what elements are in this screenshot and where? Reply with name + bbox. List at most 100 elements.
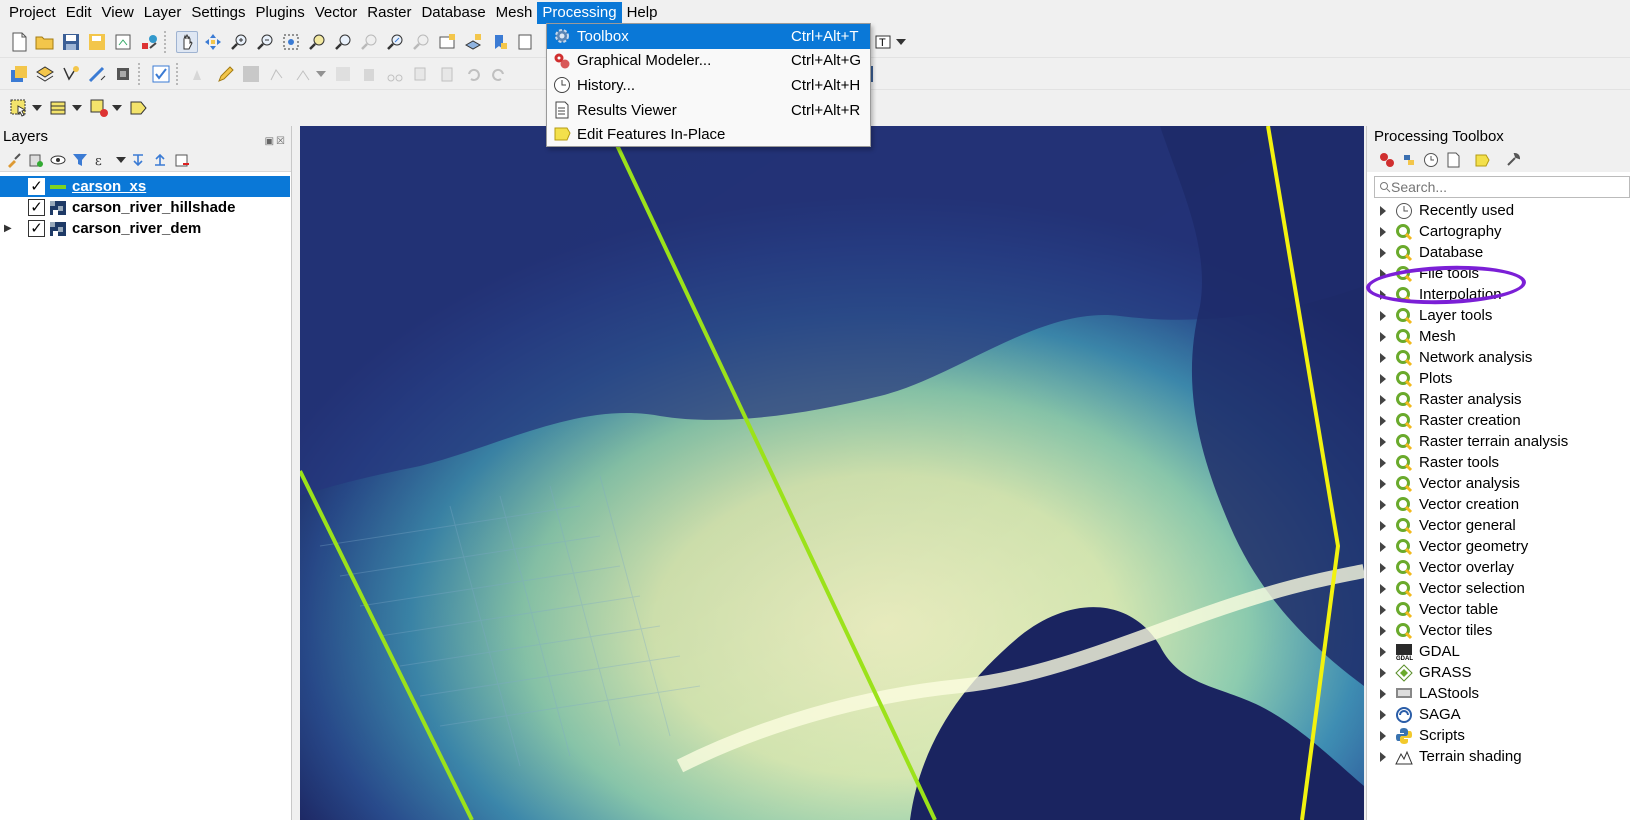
vertex-dropdown-icon[interactable] [316, 70, 326, 77]
zoom-full-icon[interactable] [280, 31, 302, 53]
toolbox-group-vector-table[interactable]: Vector table [1367, 599, 1630, 620]
toolbox-group-raster-tools[interactable]: Raster tools [1367, 452, 1630, 473]
layer-row-carson-river-dem[interactable]: ▶ ✓ carson_river_dem [0, 218, 291, 239]
toolbox-group-lastools[interactable]: LAStools [1367, 683, 1630, 704]
zoom-next-icon[interactable] [410, 31, 432, 53]
expand-arrow-icon[interactable] [1380, 520, 1386, 531]
menu-help[interactable]: Help [622, 2, 663, 24]
deselect-dropdown-icon[interactable] [112, 105, 122, 111]
zoom-in-icon[interactable] [228, 31, 250, 53]
expand-all-icon[interactable] [130, 152, 146, 168]
toolbox-group-vector-tiles[interactable]: Vector tiles [1367, 620, 1630, 641]
add-group-icon[interactable] [28, 152, 44, 168]
menu-raster[interactable]: Raster [362, 2, 416, 24]
layer-visibility-checkbox[interactable]: ✓ [28, 220, 45, 237]
toolbox-group-cartography[interactable]: Cartography [1367, 221, 1630, 242]
pan-icon[interactable] [176, 30, 198, 53]
toolbox-group-vector-analysis[interactable]: Vector analysis [1367, 473, 1630, 494]
menu-layer[interactable]: Layer [139, 2, 187, 24]
toolbox-group-vector-creation[interactable]: Vector creation [1367, 494, 1630, 515]
save-as-icon[interactable] [86, 31, 108, 53]
new-map-view-icon[interactable] [436, 31, 458, 53]
select-dropdown-icon[interactable] [32, 105, 42, 111]
layer-row-carson-xs[interactable]: ✓ carson_xs [0, 176, 290, 197]
map-canvas[interactable] [300, 126, 1364, 820]
select-features-icon[interactable] [8, 97, 30, 119]
expand-arrow-icon[interactable] [1380, 352, 1386, 363]
toolbox-group-vector-overlay[interactable]: Vector overlay [1367, 557, 1630, 578]
style-layer-icon[interactable] [6, 152, 22, 168]
toolbox-group-gdal[interactable]: GDAL GDAL [1367, 641, 1630, 662]
save-edits-icon[interactable] [240, 63, 262, 85]
expand-arrow-icon[interactable] [1380, 688, 1386, 699]
menu-project[interactable]: Project [4, 2, 61, 24]
panel-float-close-icon[interactable]: ▣☒ [265, 131, 287, 153]
toolbox-group-network-analysis[interactable]: Network analysis [1367, 347, 1630, 368]
toolbox-group-vector-general[interactable]: Vector general [1367, 515, 1630, 536]
menu-edit[interactable]: Edit [61, 2, 97, 24]
toolbox-group-vector-selection[interactable]: Vector selection [1367, 578, 1630, 599]
modify-attributes-icon[interactable] [332, 63, 354, 85]
pan-to-selection-icon[interactable] [202, 31, 224, 53]
expand-arrow-icon[interactable] [1380, 289, 1386, 300]
add-vector-icon[interactable] [60, 63, 82, 85]
toolbox-group-raster-analysis[interactable]: Raster analysis [1367, 389, 1630, 410]
toolbox-group-plots[interactable]: Plots [1367, 368, 1630, 389]
toolbox-group-raster-creation[interactable]: Raster creation [1367, 410, 1630, 431]
menu-plugins[interactable]: Plugins [251, 2, 310, 24]
expand-arrow-icon[interactable] [1380, 205, 1386, 216]
cut-features-icon[interactable] [384, 63, 406, 85]
zoom-to-selection-icon[interactable] [306, 31, 328, 53]
options-wrench-icon[interactable] [1505, 152, 1521, 168]
expand-arrow-icon[interactable] [1380, 457, 1386, 468]
history-icon[interactable] [1423, 152, 1439, 168]
toolbox-group-layer-tools[interactable]: Layer tools [1367, 305, 1630, 326]
zoom-to-layer-icon[interactable] [332, 31, 354, 53]
toolbox-group-mesh[interactable]: Mesh [1367, 326, 1630, 347]
menu-view[interactable]: View [97, 2, 139, 24]
copy-features-icon[interactable] [410, 63, 432, 85]
expand-arrow-icon[interactable] [1380, 709, 1386, 720]
toolbox-group-database[interactable]: Database [1367, 242, 1630, 263]
redo-icon[interactable] [488, 63, 510, 85]
save-project-icon[interactable] [60, 31, 82, 53]
select-by-value-icon[interactable] [48, 97, 70, 119]
vertex-tool-icon[interactable] [292, 63, 314, 85]
menu-processing[interactable]: Processing [537, 2, 622, 24]
add-feature-icon[interactable] [266, 63, 288, 85]
expand-arrow-icon[interactable] [1380, 625, 1386, 636]
toolbox-group-raster-terrain-analysis[interactable]: Raster terrain analysis [1367, 431, 1630, 452]
eye-icon[interactable] [50, 152, 66, 168]
expand-arrow-icon[interactable] [1380, 541, 1386, 552]
results-icon[interactable] [1445, 152, 1461, 168]
expand-arrow-icon[interactable] [1380, 583, 1386, 594]
menu-settings[interactable]: Settings [186, 2, 250, 24]
expand-arrow-icon[interactable] [1380, 667, 1386, 678]
expand-arrow-icon[interactable] [1380, 310, 1386, 321]
toolbox-group-recently-used[interactable]: Recently used [1367, 200, 1630, 221]
zoom-out-icon[interactable] [254, 31, 276, 53]
annotation-dropdown-icon[interactable] [896, 38, 906, 45]
expand-arrow-icon[interactable] [1380, 478, 1386, 489]
menu-mesh[interactable]: Mesh [491, 2, 538, 24]
collapse-all-icon[interactable] [152, 152, 168, 168]
filter-expression-icon[interactable]: ε [94, 152, 110, 168]
deselect-icon[interactable] [88, 97, 110, 119]
select-by-value-dropdown-icon[interactable] [72, 105, 82, 111]
menu-item-graphical-modeler[interactable]: Graphical Modeler... Ctrl+Alt+G [547, 49, 870, 74]
show-bookmarks-icon[interactable] [514, 31, 536, 53]
expand-arrow-icon[interactable] [1380, 436, 1386, 447]
undo-icon[interactable] [462, 63, 484, 85]
expand-arrow-icon[interactable] [1380, 373, 1386, 384]
menu-item-toolbox[interactable]: Toolbox Ctrl+Alt+T [547, 24, 870, 49]
remove-layer-icon[interactable] [174, 152, 190, 168]
current-edits-icon[interactable] [188, 63, 210, 85]
vector-checker-icon[interactable] [150, 63, 172, 85]
new-layer-icon[interactable] [34, 63, 56, 85]
expand-arrow-icon[interactable]: ▶ [4, 223, 16, 234]
new-project-icon[interactable] [8, 31, 30, 53]
label-tool-icon[interactable] [128, 97, 150, 119]
toolbox-group-file-tools[interactable]: File tools [1367, 263, 1630, 284]
layer-row-carson-river-hillshade[interactable]: ✓ carson_river_hillshade [0, 197, 291, 218]
expand-arrow-icon[interactable] [1380, 499, 1386, 510]
